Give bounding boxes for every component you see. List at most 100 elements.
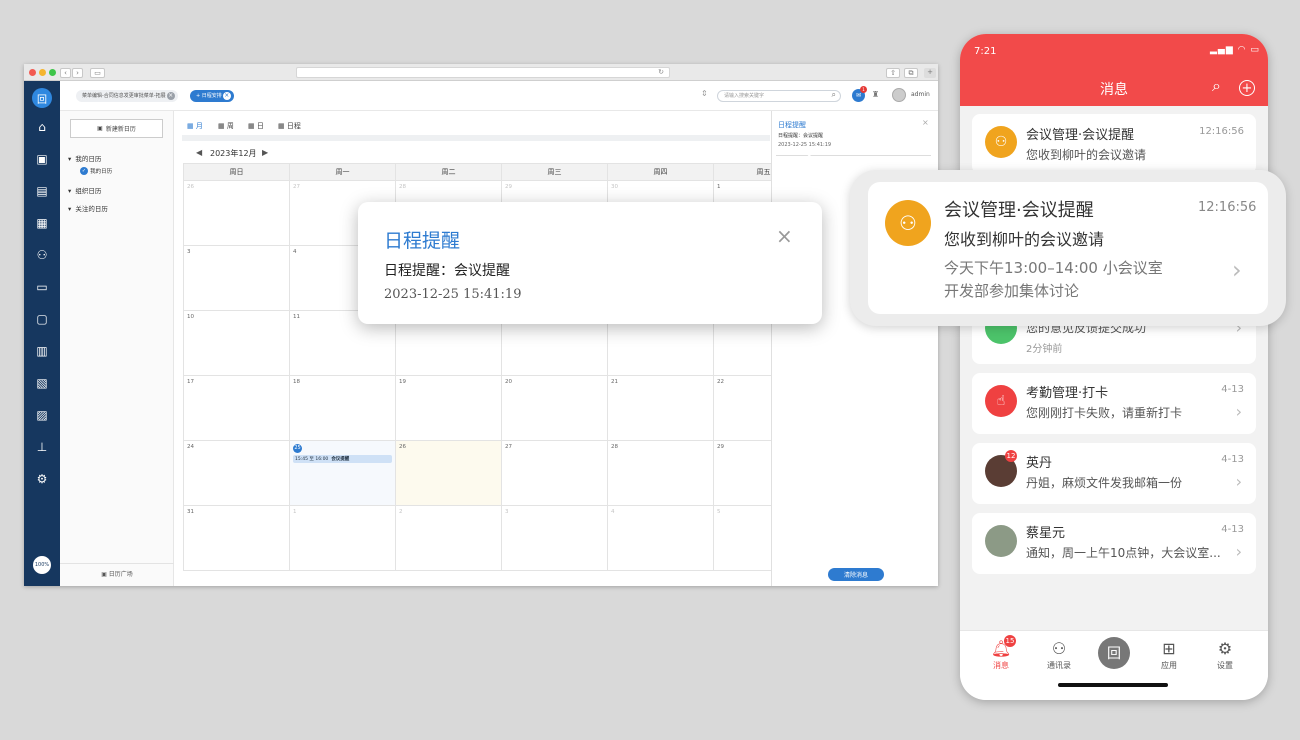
shirt-icon[interactable]: ♜ bbox=[872, 90, 879, 99]
tab-settings[interactable]: ⚙ 设置 bbox=[1200, 639, 1250, 671]
home-indicator bbox=[1058, 683, 1168, 687]
tabs-button[interactable]: ⧉ bbox=[904, 68, 918, 78]
chart-icon[interactable]: ▧ bbox=[24, 373, 60, 393]
day-cell[interactable]: 4 bbox=[607, 505, 714, 571]
weekday-header: 周日 bbox=[183, 163, 290, 181]
tab-apps[interactable]: ⊞ 应用 bbox=[1144, 639, 1194, 671]
home-logo-button[interactable]: 回 bbox=[1098, 637, 1130, 669]
close-tab-icon[interactable]: × bbox=[222, 92, 231, 100]
user-settings-icon[interactable]: ⚇ bbox=[24, 245, 60, 265]
day-cell[interactable]: 19 bbox=[395, 375, 502, 441]
reminder-text: 日程提醒：会议提醒 bbox=[778, 133, 824, 139]
user-screen-icon[interactable]: ▣ bbox=[24, 149, 60, 169]
monitor-icon[interactable]: ▭ bbox=[24, 277, 60, 297]
day-cell[interactable]: 17 bbox=[183, 375, 290, 441]
minimize-window-button[interactable] bbox=[39, 69, 46, 76]
day-number: 11 bbox=[293, 314, 300, 320]
popup-text: 日程提醒：会议提醒 bbox=[384, 263, 510, 279]
prev-month-button[interactable]: ◀ bbox=[196, 148, 202, 157]
calendar-event[interactable]: 15:45 至 16:00 会议提醒 bbox=[293, 455, 392, 463]
day-cell[interactable]: 31 bbox=[183, 505, 290, 571]
maximize-window-button[interactable] bbox=[49, 69, 56, 76]
tab-messages[interactable]: 🔔︎ 消息 bbox=[976, 639, 1026, 671]
reload-icon[interactable]: ↻ bbox=[658, 68, 664, 76]
tab-label: 应用 bbox=[1161, 661, 1177, 670]
weekday-header: 周四 bbox=[607, 163, 714, 181]
notification-magnified: ⚇ 会议管理·会议提醒 12:16:56 您收到柳叶的会议邀请 今天下午13:0… bbox=[850, 170, 1286, 326]
month-title: 2023年12月 bbox=[210, 149, 257, 158]
event-title: 会议提醒 bbox=[331, 457, 350, 462]
phone-header: 7:21 ▂▄▆ ◠ ▭ 消息 ⌕ + bbox=[960, 34, 1268, 106]
board-icon[interactable]: ▥ bbox=[24, 341, 60, 361]
weekday-header: 周三 bbox=[501, 163, 608, 181]
tab-contract-menu[interactable]: 菜单编辑-合同信息发更审批菜单-拓展 × bbox=[76, 90, 178, 102]
sidebar-toggle-button[interactable]: ▭ bbox=[90, 68, 105, 78]
phone-tabbar: 🔔︎ 消息 15 ⚇ 通讯录 回 ⊞ 应用 ⚙ 设置 bbox=[960, 630, 1268, 700]
tree-followed-calendars[interactable]: ▾ 关注的日历 bbox=[68, 203, 108, 213]
list-item[interactable]: ☝ 考勤管理·打卡 4-13 您刚刚打卡失败，请重新打卡 › bbox=[972, 373, 1256, 434]
day-number: 5 bbox=[717, 509, 721, 515]
org-chart-icon[interactable]: ⊥ bbox=[24, 437, 60, 457]
checked-icon[interactable]: ✓ bbox=[80, 167, 88, 175]
day-cell[interactable]: 26 bbox=[395, 440, 502, 506]
day-number: 4 bbox=[611, 509, 615, 515]
list-item[interactable]: 蔡星元 4-13 通知，周一上午10点钟，大会议室... › bbox=[972, 513, 1256, 574]
new-calendar-button[interactable]: ▣ 新建新日历 bbox=[70, 119, 163, 138]
list-item[interactable]: 12 英丹 4-13 丹姐，麻烦文件发我邮箱一份 › bbox=[972, 443, 1256, 504]
day-cell[interactable]: 26 bbox=[183, 180, 290, 246]
new-tab-button[interactable]: + bbox=[924, 68, 936, 78]
gear-icon[interactable]: ⚙ bbox=[24, 469, 60, 489]
day-cell[interactable]: 25 15:45 至 16:00 会议提醒 bbox=[289, 440, 396, 506]
share-button[interactable]: ⇧ bbox=[886, 68, 900, 78]
day-cell[interactable]: 20 bbox=[501, 375, 608, 441]
document-icon[interactable]: ▤ bbox=[24, 181, 60, 201]
close-icon[interactable]: × bbox=[922, 118, 929, 127]
tab-contacts[interactable]: ⚇ 通讯录 bbox=[1034, 639, 1084, 671]
add-icon[interactable]: + bbox=[1239, 80, 1255, 96]
address-bar[interactable]: ↻ bbox=[296, 67, 670, 78]
event-time: 15:45 至 16:00 bbox=[295, 457, 329, 462]
avatar[interactable] bbox=[892, 88, 906, 102]
gear-icon: ⚙ bbox=[1217, 639, 1233, 658]
tab-month[interactable]: ▦ 月 bbox=[187, 121, 203, 131]
calendar-icon[interactable]: ▦ bbox=[24, 213, 60, 233]
day-cell[interactable]: 2 bbox=[395, 505, 502, 571]
day-cell[interactable]: 28 bbox=[607, 440, 714, 506]
tab-day[interactable]: ▦ 日 bbox=[248, 121, 264, 131]
reminder-title[interactable]: 日程提醒 bbox=[778, 120, 806, 130]
day-cell[interactable]: 1 bbox=[289, 505, 396, 571]
notification-title: 会议管理·会议提醒 bbox=[944, 200, 1094, 221]
expand-icon[interactable]: ⇕ bbox=[701, 89, 708, 98]
finance-icon[interactable]: ▨ bbox=[24, 405, 60, 425]
tree-org-calendars[interactable]: ▾ 组织日历 bbox=[68, 185, 101, 195]
back-button[interactable]: ‹ bbox=[60, 68, 71, 78]
zoom-badge[interactable]: 100% bbox=[33, 556, 51, 574]
calendar-square-button[interactable]: ▣ 日历广场 bbox=[60, 563, 174, 586]
day-cell[interactable]: 3 bbox=[501, 505, 608, 571]
day-cell[interactable]: 24 bbox=[183, 440, 290, 506]
forward-button[interactable]: › bbox=[72, 68, 83, 78]
close-window-button[interactable] bbox=[29, 69, 36, 76]
clear-messages-button[interactable]: 清除消息 bbox=[828, 568, 884, 581]
day-cell[interactable]: 21 bbox=[607, 375, 714, 441]
day-cell[interactable]: 10 bbox=[183, 310, 290, 376]
close-tab-icon[interactable]: × bbox=[166, 92, 175, 100]
day-cell[interactable]: 27 bbox=[501, 440, 608, 506]
close-icon[interactable]: × bbox=[776, 224, 793, 248]
home-icon[interactable]: ⌂ bbox=[24, 117, 60, 137]
tab-week[interactable]: ▦ 周 bbox=[218, 121, 234, 131]
search-input[interactable]: 请输入搜索关键字 ⌕ bbox=[717, 90, 841, 102]
next-month-button[interactable]: ▶ bbox=[262, 148, 268, 157]
browser-titlebar: ‹ › ▭ ↻ ⇧ ⧉ + bbox=[24, 64, 938, 81]
tree-item-my-calendar[interactable]: ✓ 我的日历 bbox=[80, 167, 112, 175]
presentation-icon[interactable]: ▢ bbox=[24, 309, 60, 329]
day-cell[interactable]: 18 bbox=[289, 375, 396, 441]
tab-agenda[interactable]: ▦ 日程 bbox=[278, 121, 301, 131]
search-icon[interactable]: ⌕ bbox=[1212, 76, 1221, 96]
tree-my-calendars[interactable]: ▾ 我的日历 bbox=[68, 153, 101, 163]
day-cell[interactable]: 3 bbox=[183, 245, 290, 311]
list-item[interactable]: ⚇ 会议管理·会议提醒 12:16:56 您收到柳叶的会议邀请 bbox=[972, 114, 1256, 174]
tab-schedule[interactable]: + 日程安排 × bbox=[190, 90, 234, 102]
notification-card[interactable]: ⚇ 会议管理·会议提醒 12:16:56 您收到柳叶的会议邀请 今天下午13:0… bbox=[868, 182, 1268, 314]
search-icon[interactable]: ⌕ bbox=[832, 90, 836, 100]
